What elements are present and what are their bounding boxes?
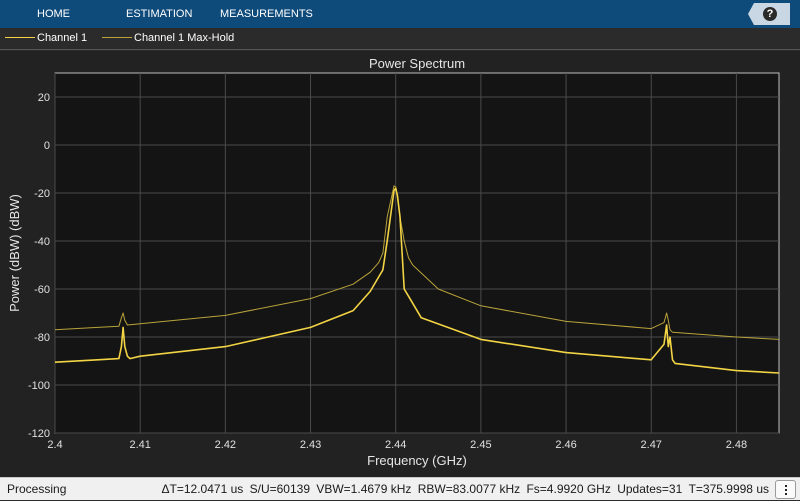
status-samples-per-update: S/U=60139 (249, 482, 310, 496)
tab-measurements[interactable]: MEASUREMENTS (220, 0, 313, 28)
y-tick-label: -60 (34, 284, 50, 296)
status-time: T=375.9998 us (688, 482, 769, 496)
status-updates: Updates=31 (617, 482, 683, 496)
x-tick-label: 2.44 (385, 439, 406, 451)
x-tick-label: 2.42 (215, 439, 236, 451)
chart-title: Power Spectrum (369, 56, 465, 71)
y-tick-label: -120 (28, 428, 50, 440)
x-axis-label: Frequency (GHz) (367, 453, 467, 468)
y-axis-label: Power (dBW) (dBW) (7, 194, 22, 312)
y-tick-label: -80 (34, 332, 50, 344)
y-tick-label: -100 (28, 380, 50, 392)
x-tick-label: 2.47 (641, 439, 662, 451)
legend-label: Channel 1 Max-Hold (134, 32, 235, 44)
plot-panel: 2.4 2.41 2.42 2.43 2.44 2.45 2.46 2.47 2.48 20 0 -2… (0, 51, 800, 477)
y-tick-label: 20 (38, 92, 50, 104)
toolstrip: HOME ESTIMATION MEASUREMENTS ? (0, 0, 800, 28)
y-tick-label: 0 (44, 140, 50, 152)
legend-swatch-channel-1-max-hold (102, 36, 132, 38)
help-button[interactable]: ? (748, 3, 790, 25)
status-delta-t: ΔT=12.0471 us (161, 482, 244, 496)
status-vbw: VBW=1.4679 kHz (316, 482, 412, 496)
legend-item-channel-1[interactable]: Channel 1 (5, 28, 87, 50)
x-tick-label: 2.46 (555, 439, 576, 451)
x-tick-label: 2.4 (47, 439, 62, 451)
y-tick-label: -40 (34, 236, 50, 248)
status-bar: Processing ΔT=12.0471 us S/U=60139 VBW=1… (0, 477, 800, 500)
help-icon: ? (766, 8, 774, 20)
y-tick-label: -20 (34, 188, 50, 200)
legend-item-channel-1-max-hold[interactable]: Channel 1 Max-Hold (102, 28, 234, 50)
status-text: Processing (7, 482, 67, 496)
x-tick-label: 2.43 (300, 439, 321, 451)
x-tick-label: 2.45 (470, 439, 491, 451)
plot-area (54, 72, 780, 434)
x-tick-label: 2.41 (129, 439, 150, 451)
x-tick-label: 2.48 (726, 439, 747, 451)
power-spectrum-chart[interactable]: 2.4 2.41 2.42 2.43 2.44 2.45 2.46 2.47 2.48 20 0 -2… (0, 51, 800, 477)
tab-home[interactable]: HOME (37, 0, 70, 28)
legend: Channel 1 Channel 1 Max-Hold (0, 28, 800, 50)
legend-swatch-channel-1 (5, 36, 35, 38)
legend-label: Channel 1 (37, 32, 88, 44)
status-fs: Fs=4.9920 GHz (526, 482, 611, 496)
status-rbw: RBW=83.0077 kHz (417, 482, 521, 496)
status-readouts: ΔT=12.0471 us S/U=60139 VBW=1.4679 kHz R… (159, 478, 769, 501)
more-options-button[interactable] (775, 480, 796, 499)
tab-estimation[interactable]: ESTIMATION (126, 0, 192, 28)
